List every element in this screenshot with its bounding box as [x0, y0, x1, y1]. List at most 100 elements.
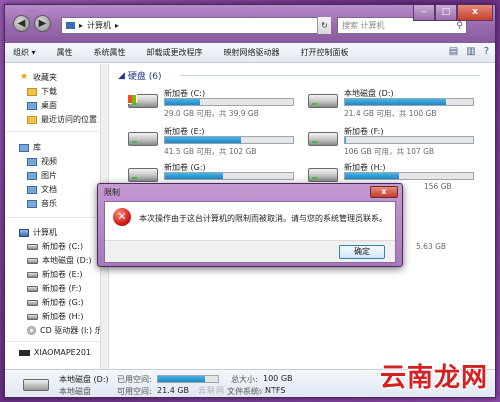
- drive-icon: [27, 299, 38, 306]
- drive-icon: [27, 243, 38, 250]
- close-window-button[interactable]: x: [457, 5, 493, 21]
- collapse-icon: ◢: [118, 70, 125, 81]
- details-usage-fill: [158, 376, 206, 382]
- sidebar-label: 本地磁盘 (D:): [42, 256, 92, 265]
- forward-button[interactable]: ▶: [34, 15, 51, 32]
- free-space-text: 29.0 GB 可用，共 39.9 GB: [164, 109, 259, 118]
- sidebar-label: 新加卷 (G:): [42, 298, 84, 307]
- selected-drive-type: 本地磁盘: [59, 387, 91, 396]
- usage-bar: [164, 172, 294, 180]
- hard-disks-group-header[interactable]: ◢ 硬盘 (6): [118, 69, 162, 83]
- usage-bar: [344, 136, 474, 144]
- open-control-panel-button[interactable]: 打开控制面板: [301, 47, 349, 58]
- sidebar-libraries[interactable]: 库: [19, 141, 41, 154]
- sidebar-item-music[interactable]: 音乐: [27, 197, 57, 210]
- sidebar-label: 新加卷 (E:): [42, 270, 83, 279]
- details-usage-bar: [157, 375, 219, 383]
- sidebar-drive-cd[interactable]: CD 驱动器 (I:) 乐: [27, 324, 103, 337]
- sidebar-drive-e[interactable]: 新加卷 (E:): [27, 268, 83, 281]
- documents-library-icon: [27, 185, 37, 194]
- refresh-icon: ↻: [321, 21, 328, 30]
- sidebar-label: 视频: [41, 157, 57, 166]
- sidebar-item-documents[interactable]: 文档: [27, 183, 57, 196]
- usage-bar: [344, 172, 474, 180]
- usage-bar: [164, 98, 294, 106]
- map-network-drive-button[interactable]: 映射网络驱动器: [224, 47, 280, 58]
- sidebar-item-recent[interactable]: 最近访问的位置: [27, 113, 97, 126]
- sidebar-label: CD 驱动器 (I:) 乐: [40, 326, 103, 335]
- windows-logo-icon: [127, 94, 137, 104]
- usage-fill: [165, 173, 223, 179]
- sidebar-label: 音乐: [41, 199, 57, 208]
- drive-icon: [27, 271, 38, 278]
- back-button[interactable]: ◀: [13, 15, 30, 32]
- title-bar: ◀ ▶ ▸ 计算机 ▸ ↻ 搜索 计算机 ⚲ – □ x: [5, 5, 495, 43]
- selected-drive-icon: [23, 379, 49, 391]
- maximize-button[interactable]: □: [435, 5, 457, 21]
- sidebar-network-computer[interactable]: XIAOMAPE201: [19, 346, 91, 359]
- total-size-value: 100 GB: [263, 374, 293, 383]
- sidebar-drive-g[interactable]: 新加卷 (G:): [27, 296, 84, 309]
- usage-fill: [345, 173, 399, 179]
- selected-drive-name: 本地磁盘 (D:): [59, 375, 109, 384]
- usage-bar: [344, 98, 474, 106]
- free-space-text: 156 GB: [424, 182, 452, 191]
- video-library-icon: [27, 157, 37, 166]
- minimize-button[interactable]: –: [413, 5, 435, 21]
- uninstall-program-button[interactable]: 卸载或更改程序: [147, 47, 203, 58]
- sidebar-drive-f[interactable]: 新加卷 (F:): [27, 282, 81, 295]
- library-icon: [19, 143, 29, 152]
- sidebar-favorites[interactable]: ★ 收藏夹: [19, 71, 57, 84]
- drive-icon: [308, 168, 338, 182]
- breadcrumb-computer[interactable]: 计算机: [87, 20, 111, 31]
- drive-tile-d[interactable]: 本地磁盘 (D:) 21.4 GB 可用，共 100 GB: [308, 88, 478, 118]
- cd-drive-icon: [27, 326, 36, 335]
- dialog-close-button[interactable]: x: [370, 186, 398, 198]
- drive-tile-e[interactable]: 新加卷 (E:) 41.5 GB 可用，共 102 GB: [128, 126, 298, 156]
- close-icon: x: [381, 187, 387, 196]
- drive-icon: [27, 257, 38, 264]
- sidebar-label: 新加卷 (C:): [42, 242, 84, 251]
- sidebar-label: 计算机: [33, 228, 57, 237]
- drive-tile-f[interactable]: 新加卷 (F:) 106 GB 可用，共 107 GB: [308, 126, 478, 156]
- system-drive-icon: [127, 94, 158, 108]
- sidebar-computer[interactable]: 计算机: [19, 226, 57, 239]
- sidebar-item-desktop[interactable]: 桌面: [27, 99, 57, 112]
- ok-button[interactable]: 确定: [339, 245, 385, 259]
- network-computer-icon: [19, 349, 30, 356]
- sidebar-divider: [5, 131, 108, 132]
- dialog-body: ✕ 本次操作由于这台计算机的限制而被取消。请与您的系统管理员联系。 确定: [104, 201, 396, 263]
- organize-button[interactable]: 组织 ▾: [13, 47, 36, 58]
- total-size-label: 总大小:: [231, 375, 258, 384]
- recent-places-icon: [27, 115, 37, 124]
- address-bar[interactable]: ▸ 计算机 ▸: [61, 17, 331, 34]
- system-properties-button[interactable]: 系统属性: [94, 47, 126, 58]
- sidebar-drive-c[interactable]: 新加卷 (C:): [27, 240, 83, 253]
- sidebar-label: 收藏夹: [33, 73, 57, 82]
- sidebar-item-downloads[interactable]: 下载: [27, 85, 57, 98]
- folder-icon: [27, 87, 37, 96]
- drive-icon: [27, 285, 38, 292]
- view-options-icon[interactable]: ▤: [449, 46, 458, 57]
- dialog-message: 本次操作由于这台计算机的限制而被取消。请与您的系统管理员联系。: [139, 214, 387, 223]
- sidebar-item-pictures[interactable]: 图片: [27, 169, 57, 182]
- back-arrow-icon: ◀: [17, 18, 26, 29]
- refresh-button[interactable]: ↻: [317, 17, 331, 34]
- free-space-text: 41.5 GB 可用，共 102 GB: [164, 147, 257, 156]
- drive-tile-c[interactable]: 新加卷 (C:) 29.0 GB 可用，共 39.9 GB: [127, 88, 298, 118]
- properties-button[interactable]: 属性: [57, 47, 73, 58]
- sidebar-drive-h[interactable]: 新加卷 (H:): [27, 310, 84, 323]
- help-icon[interactable]: ?: [484, 46, 489, 57]
- used-space-label: 已用空间:: [117, 375, 152, 384]
- sidebar-label: 图片: [41, 171, 57, 180]
- sidebar-item-videos[interactable]: 视频: [27, 155, 57, 168]
- star-icon: ★: [19, 72, 29, 82]
- sidebar-label: 下载: [41, 87, 57, 96]
- error-icon: ✕: [113, 208, 131, 226]
- partial-free-space-text: 5.63 GB: [416, 242, 447, 251]
- preview-pane-icon[interactable]: ▥: [466, 46, 475, 57]
- breadcrumb-separator: ▸: [115, 21, 120, 30]
- sidebar-drive-d[interactable]: 本地磁盘 (D:): [27, 254, 92, 267]
- dialog-footer: 确定: [105, 240, 395, 262]
- pictures-library-icon: [27, 171, 37, 180]
